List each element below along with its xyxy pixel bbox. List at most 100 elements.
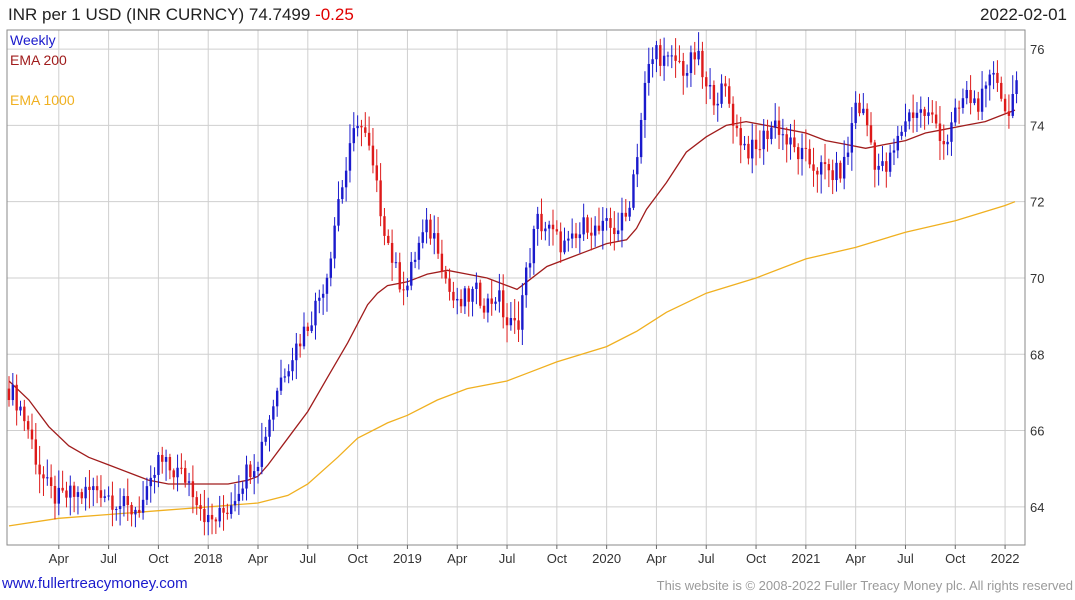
candle-up — [275, 390, 279, 407]
x-tick-label: 2019 — [393, 551, 422, 566]
candle-up — [616, 230, 620, 235]
x-tick-label: Jul — [897, 551, 914, 566]
candle-down — [586, 217, 589, 233]
candle-up — [651, 59, 654, 64]
candle-up — [229, 505, 233, 515]
candle-down — [371, 145, 375, 166]
candle-up — [689, 52, 693, 74]
candle-up — [417, 242, 421, 260]
candle-down — [804, 147, 808, 149]
candle-down — [130, 504, 133, 515]
legend-ema200: EMA 200 — [10, 52, 67, 68]
axes: 64 66 68 70 72 74 76 Apr Jul Oct 2018 Apr Jul Oct 2019… — [49, 42, 1045, 566]
legend-weekly: Weekly — [10, 32, 56, 48]
candle-down — [1007, 111, 1011, 116]
candle-up — [636, 157, 639, 175]
candle-down — [226, 512, 229, 515]
candle-up — [770, 127, 773, 140]
candle-down — [624, 212, 627, 217]
candle-up — [946, 141, 949, 145]
candle-up — [961, 98, 965, 108]
candle-down — [249, 464, 252, 478]
candle-down — [126, 496, 129, 505]
candle-up — [950, 122, 953, 142]
candle-up — [1011, 94, 1014, 116]
candle-up — [988, 74, 991, 86]
y-tick-label: 68 — [1030, 347, 1044, 362]
candle-up — [528, 263, 532, 268]
candle-down — [452, 291, 455, 301]
candle-down — [459, 298, 463, 307]
candle-up — [394, 262, 398, 264]
candle-down — [49, 477, 53, 487]
candle-up — [157, 454, 160, 475]
price-chart: 64 66 68 70 72 74 76 Apr Jul Oct 2018 Apr Jul Oct 2019… — [6, 29, 1045, 566]
candle-down — [222, 508, 225, 513]
x-tick-label: Jul — [499, 551, 516, 566]
candle-up — [904, 121, 907, 132]
ema1000-series — [8, 201, 1016, 527]
candle-up — [287, 371, 290, 377]
candle-up — [643, 82, 647, 120]
candle-up — [582, 217, 585, 235]
candle-up — [915, 112, 919, 118]
y-tick-label: 70 — [1030, 271, 1044, 286]
candle-down — [693, 52, 696, 60]
candle-down — [865, 108, 869, 126]
candle-down — [705, 77, 708, 87]
candle-down — [184, 468, 187, 483]
candle-down — [390, 242, 394, 263]
plot-frame — [6, 29, 1026, 546]
candle-down — [111, 495, 114, 510]
site-link[interactable]: www.fullertreacymoney.com — [2, 575, 188, 592]
candle-up — [134, 509, 137, 515]
candle-up — [356, 125, 359, 129]
candle-up — [207, 514, 210, 523]
candle-up — [601, 220, 605, 231]
candle-up — [984, 85, 988, 89]
candle-down — [678, 60, 681, 62]
candle-down — [444, 271, 447, 279]
candle-up — [494, 301, 497, 304]
candle-up — [536, 213, 539, 229]
candle-up — [532, 228, 536, 264]
candle-up — [647, 63, 650, 83]
x-tick-label: Oct — [746, 551, 767, 566]
candle-down — [379, 180, 382, 217]
candle-up — [84, 486, 87, 499]
candle-up — [708, 84, 712, 87]
candle-down — [398, 262, 401, 290]
candle-down — [517, 320, 520, 330]
candle-down — [34, 439, 38, 465]
candle-up — [291, 360, 294, 372]
candle-down — [448, 278, 451, 292]
candle-down — [402, 289, 405, 291]
candle-down — [858, 102, 861, 114]
candle-down — [785, 134, 788, 145]
candle-down — [869, 125, 873, 143]
candle-up — [141, 499, 145, 513]
candle-up — [509, 318, 513, 326]
candle-up — [881, 161, 884, 166]
candle-down — [95, 486, 99, 491]
candle-down — [180, 467, 183, 469]
candle-down — [796, 147, 800, 160]
candle-down — [65, 490, 68, 498]
legend-ema1000: EMA 1000 — [10, 92, 75, 108]
candle-down — [7, 388, 11, 401]
candle-down — [735, 125, 739, 129]
candle-up — [118, 506, 122, 510]
candle-down — [559, 231, 562, 253]
candle-up — [593, 225, 597, 236]
x-tick-label: Jul — [300, 551, 317, 566]
candle-up — [850, 123, 854, 153]
candle-up — [854, 102, 857, 124]
candle-down — [942, 140, 945, 145]
candle-down — [383, 216, 386, 236]
candle-up — [283, 376, 287, 378]
candle-down — [551, 224, 555, 230]
candle-up — [547, 224, 551, 229]
y-tick-label: 66 — [1030, 424, 1044, 439]
candle-down — [957, 107, 961, 109]
candle-up — [406, 285, 409, 291]
